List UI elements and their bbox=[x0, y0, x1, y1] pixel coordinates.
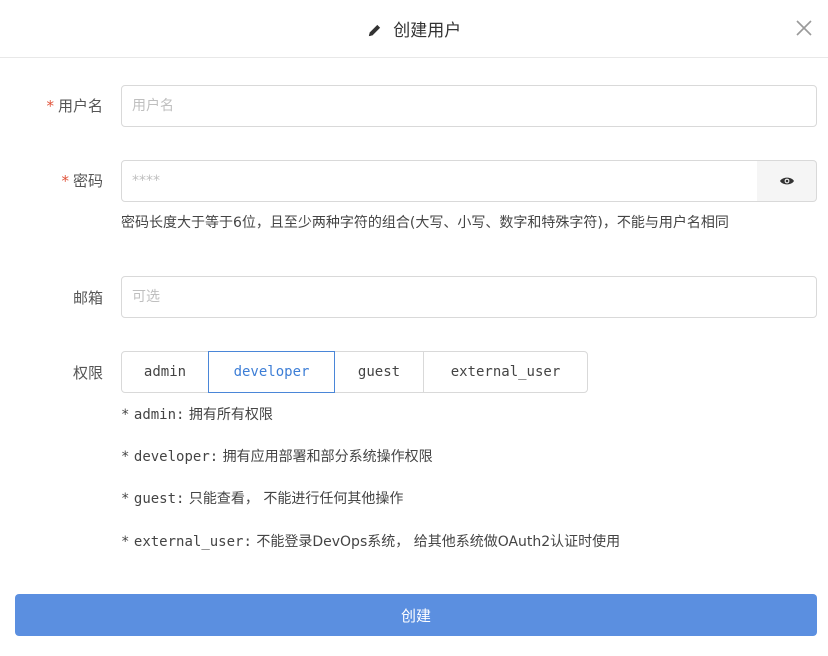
username-label: * 用户名 bbox=[46, 97, 103, 115]
role-option-guest[interactable]: guest bbox=[334, 351, 424, 393]
required-mark: * bbox=[61, 172, 69, 190]
dialog-title-wrap: 创建用户 bbox=[0, 16, 828, 41]
email-input[interactable] bbox=[121, 276, 817, 318]
role-option-developer[interactable]: developer bbox=[208, 351, 335, 393]
close-button[interactable] bbox=[794, 18, 814, 38]
password-hint: 密码长度大于等于6位，且至少两种字符的组合(大写、小写、数字和特殊字符)，不能与… bbox=[121, 215, 729, 231]
role-option-external-user[interactable]: external_user bbox=[423, 351, 588, 393]
eye-icon bbox=[779, 177, 794, 185]
pencil-icon bbox=[368, 24, 380, 37]
role-description-admin: * admin: 拥有所有权限 bbox=[121, 407, 273, 423]
role-option-admin[interactable]: admin bbox=[121, 351, 209, 393]
dialog-title: 创建用户 bbox=[393, 21, 462, 41]
password-input[interactable] bbox=[121, 160, 758, 202]
email-label: 邮箱 bbox=[72, 289, 103, 307]
create-button[interactable]: 创建 bbox=[15, 594, 817, 636]
close-icon bbox=[796, 20, 812, 36]
password-label: * 密码 bbox=[61, 172, 103, 190]
dialog-header: 创建用户 bbox=[0, 0, 828, 58]
role-description-developer: * developer: 拥有应用部署和部分系统操作权限 bbox=[121, 449, 433, 465]
role-label: 权限 bbox=[72, 364, 103, 382]
role-description-external-user: * external_user: 不能登录DevOps系统， 给其他系统做OAu… bbox=[121, 534, 621, 550]
role-description-guest: * guest: 只能查看， 不能进行任何其他操作 bbox=[121, 491, 404, 507]
toggle-password-visibility-button[interactable] bbox=[757, 160, 817, 202]
role-selector: admin developer guest external_user bbox=[121, 351, 588, 393]
required-mark: * bbox=[46, 97, 54, 115]
username-input[interactable] bbox=[121, 85, 817, 127]
